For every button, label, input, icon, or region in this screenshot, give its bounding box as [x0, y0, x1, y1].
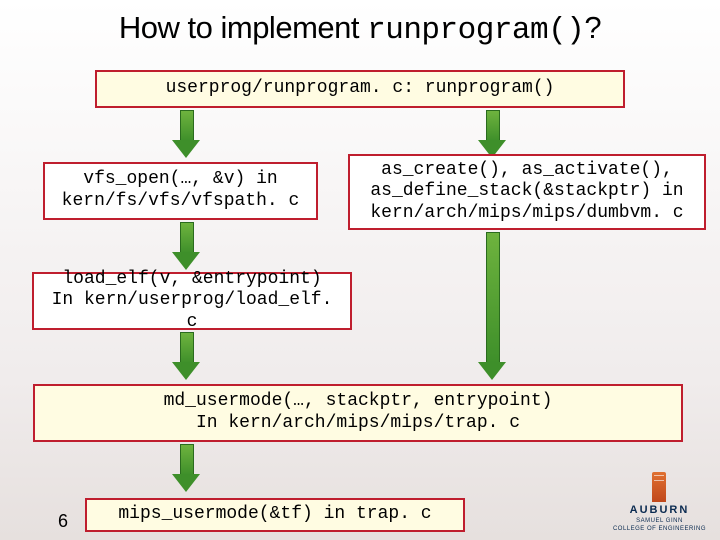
slide-number-text: 6	[58, 511, 68, 531]
arrow-icon	[172, 332, 200, 382]
box-as-text: as_create(), as_activate(), as_define_st…	[370, 160, 683, 225]
arrow-icon	[172, 444, 200, 494]
logo-sub2: COLLEGE OF ENGINEERING	[613, 526, 706, 532]
auburn-logo: AUBURN SAMUEL GINN COLLEGE OF ENGINEERIN…	[613, 472, 706, 532]
box-md-usermode: md_usermode(…, stackptr, entrypoint) In …	[33, 384, 683, 442]
box-runprogram: userprog/runprogram. c: runprogram()	[95, 70, 625, 108]
box-md-usermode-text: md_usermode(…, stackptr, entrypoint) In …	[164, 391, 553, 434]
box-load-elf: load_elf(v, &entrypoint) In kern/userpro…	[32, 272, 352, 330]
title-text-left: How to implement	[119, 10, 367, 45]
box-vfs-open: vfs_open(…, &v) in kern/fs/vfs/vfspath. …	[43, 162, 318, 220]
box-load-elf-text: load_elf(v, &entrypoint) In kern/userpro…	[42, 269, 342, 334]
logo-name: AUBURN	[613, 504, 706, 516]
tower-icon	[652, 472, 666, 502]
box-mips-usermode: mips_usermode(&tf) in trap. c	[85, 498, 465, 532]
slide-title: How to implement runprogram()?	[0, 0, 720, 48]
title-text-right: ?	[584, 10, 601, 45]
arrow-icon	[172, 222, 200, 272]
box-mips-usermode-text: mips_usermode(&tf) in trap. c	[118, 504, 431, 526]
title-code: runprogram()	[367, 13, 584, 48]
arrow-icon	[172, 110, 200, 160]
box-runprogram-text: userprog/runprogram. c: runprogram()	[166, 78, 555, 100]
arrow-icon	[478, 110, 506, 160]
logo-sub1: SAMUEL GINN	[613, 518, 706, 524]
slide-number: 6	[58, 511, 68, 532]
box-vfs-open-text: vfs_open(…, &v) in kern/fs/vfs/vfspath. …	[62, 169, 300, 212]
box-as-functions: as_create(), as_activate(), as_define_st…	[348, 154, 706, 230]
arrow-icon	[478, 232, 506, 382]
